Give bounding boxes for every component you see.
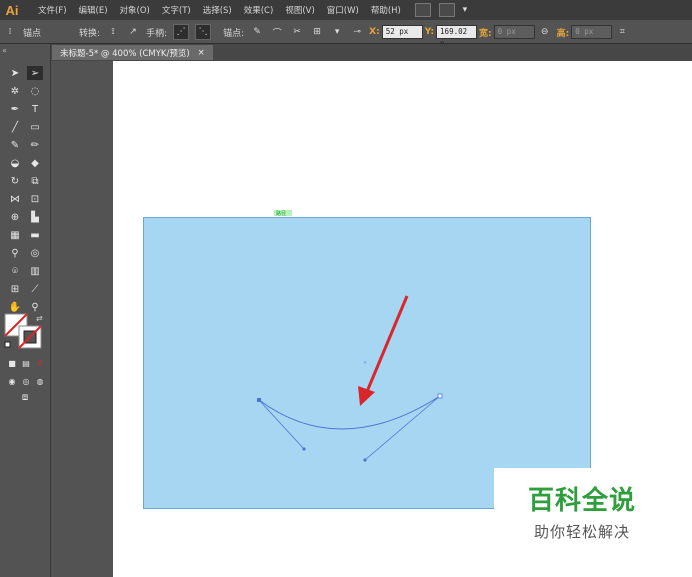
collapse-icon[interactable]: « (2, 46, 7, 55)
pencil-tool-icon[interactable]: ✏ (27, 138, 43, 152)
curve-path[interactable] (258, 395, 441, 430)
magic-wand-tool-icon[interactable]: ✲ (7, 84, 23, 98)
gradient-tool-icon[interactable]: ▬ (27, 228, 43, 242)
direct-selection-tool-icon[interactable]: ➢ (27, 66, 43, 80)
blob-brush-tool-icon[interactable]: ◒ (7, 156, 23, 170)
blend-tool-icon[interactable]: ◎ (27, 246, 43, 260)
draw-inside-icon[interactable]: ◍ (32, 374, 48, 388)
symbol-sprayer-tool-icon[interactable]: ⌾ (7, 264, 23, 278)
rectangle-tool-icon[interactable]: ▭ (27, 120, 43, 134)
line-tool-icon[interactable]: ╱ (7, 120, 23, 134)
watermark-subtitle: 助你轻松解决 (533, 523, 630, 541)
watermark-title: 百科全说 (527, 486, 636, 516)
paintbrush-tool-icon[interactable]: ✎ (7, 138, 23, 152)
red-arrow-shaft (364, 295, 409, 395)
free-transform-tool-icon[interactable]: ⊡ (27, 192, 43, 206)
scale-tool-icon[interactable]: ⧉ (27, 174, 43, 188)
mesh-tool-icon[interactable]: ▦ (7, 228, 23, 242)
handle-line-left (258, 399, 305, 450)
slice-tool-icon[interactable]: ⟋ (27, 282, 43, 296)
lasso-tool-icon[interactable]: ◌ (27, 84, 43, 98)
center-point-icon: × (363, 360, 367, 366)
artboard-tool-icon[interactable]: ⊞ (7, 282, 23, 296)
rotate-tool-icon[interactable]: ↻ (7, 174, 23, 188)
fill-stroke-widget[interactable]: ⇄ (3, 312, 47, 352)
pen-tool-icon[interactable]: ✒ (7, 102, 23, 116)
width-tool-icon[interactable]: ⋈ (7, 192, 23, 206)
screen-mode-icon[interactable]: ⧈ (17, 390, 33, 404)
shape-builder-tool-icon[interactable]: ⊕ (7, 210, 23, 224)
anchor-point-right[interactable] (437, 393, 443, 399)
handle-point-right[interactable] (363, 458, 367, 462)
eyedropper-tool-icon[interactable]: ⚲ (7, 246, 23, 260)
graph-tool-icon[interactable]: ▥ (27, 264, 43, 278)
eraser-tool-icon[interactable]: ◆ (27, 156, 43, 170)
toolbox-panel: « ➤ ➢ ✲ ◌ ✒ T ╱ ▭ ✎ ✏ ◒ ◆ ↻ ⧉ ⋈ ⊡ ⊕ ▙ ▦ … (0, 44, 51, 577)
type-tool-icon[interactable]: T (27, 102, 43, 116)
perspective-grid-tool-icon[interactable]: ▙ (27, 210, 43, 224)
selection-tool-icon[interactable]: ➤ (7, 66, 23, 80)
swap-fill-stroke-icon[interactable]: ⇄ (36, 314, 43, 323)
handle-point-left[interactable] (302, 447, 306, 451)
anchor-label: 路径 (276, 210, 286, 217)
none-mode-icon[interactable]: ⧄ (32, 356, 48, 370)
watermark: 百科全说 助你轻松解决 (494, 468, 670, 554)
anchor-point-left[interactable] (257, 398, 261, 402)
default-colors-icon[interactable] (4, 341, 11, 348)
handle-line-right (364, 395, 441, 461)
red-arrow-head (358, 386, 375, 406)
